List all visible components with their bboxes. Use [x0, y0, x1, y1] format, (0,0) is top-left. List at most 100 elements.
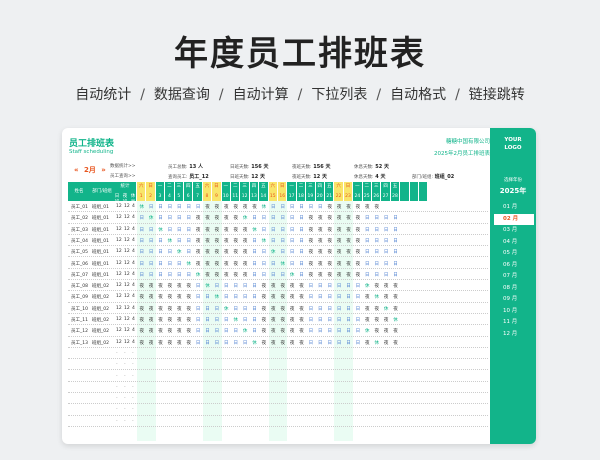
shift-cell[interactable]: 日 [250, 272, 259, 278]
shift-cell[interactable]: 夜 [146, 283, 155, 289]
shift-cell[interactable]: 夜 [250, 204, 259, 210]
shift-cell[interactable]: 夜 [278, 328, 287, 334]
shift-cell[interactable]: 夜 [222, 261, 231, 267]
shift-cell[interactable]: 日 [334, 328, 343, 334]
shift-cell[interactable]: 夜 [334, 238, 343, 244]
shift-cell[interactable]: 夜 [165, 317, 174, 323]
shift-cell[interactable]: 日 [278, 227, 287, 233]
shift-cell[interactable]: 夜 [175, 306, 184, 312]
shift-cell[interactable]: 夜 [193, 249, 202, 255]
prev-month-button[interactable]: « [74, 166, 79, 174]
shift-cell[interactable]: 夜 [193, 227, 202, 233]
shift-cell[interactable]: 夜 [278, 306, 287, 312]
shift-cell[interactable]: 夜 [231, 238, 240, 244]
shift-cell[interactable]: 夜 [259, 306, 268, 312]
shift-cell[interactable]: 夜 [231, 261, 240, 267]
shift-cell[interactable]: 日 [203, 306, 212, 312]
shift-cell[interactable]: 日 [146, 249, 155, 255]
shift-cell[interactable]: 夜 [165, 306, 174, 312]
shift-cell[interactable]: 日 [363, 261, 372, 267]
shift-cell[interactable]: 夜 [325, 272, 334, 278]
shift-cell[interactable]: 日 [156, 249, 165, 255]
shift-cell[interactable]: 日 [316, 283, 325, 289]
shift-cell[interactable]: 夜 [156, 306, 165, 312]
shift-cell[interactable]: 日 [193, 340, 202, 346]
shift-cell[interactable]: 日 [175, 238, 184, 244]
shift-cell[interactable]: 日 [353, 328, 362, 334]
shift-cell[interactable]: 日 [363, 272, 372, 278]
shift-cell[interactable]: 夜 [146, 294, 155, 300]
shift-cell[interactable]: 日 [306, 306, 315, 312]
shift-cell[interactable]: 日 [287, 249, 296, 255]
shift-cell[interactable]: 夜 [269, 328, 278, 334]
shift-cell[interactable]: 日 [156, 272, 165, 278]
shift-cell[interactable]: 夜 [344, 272, 353, 278]
shift-cell[interactable]: 日 [146, 272, 155, 278]
shift-cell[interactable]: 夜 [297, 294, 306, 300]
shift-cell[interactable]: 日 [184, 227, 193, 233]
shift-cell[interactable]: 夜 [334, 249, 343, 255]
shift-cell[interactable]: 夜 [184, 306, 193, 312]
shift-cell[interactable]: 夜 [344, 215, 353, 221]
shift-cell[interactable]: 夜 [146, 317, 155, 323]
shift-cell[interactable]: 日 [297, 227, 306, 233]
shift-cell[interactable]: 日 [240, 294, 249, 300]
shift-cell[interactable]: 日 [363, 215, 372, 221]
shift-cell[interactable]: 休 [372, 340, 381, 346]
shift-cell[interactable]: 日 [316, 340, 325, 346]
shift-cell[interactable]: 日 [297, 261, 306, 267]
shift-cell[interactable]: 日 [353, 294, 362, 300]
shift-cell[interactable]: 夜 [146, 306, 155, 312]
shift-cell[interactable]: 日 [137, 249, 146, 255]
shift-cell[interactable]: 夜 [184, 340, 193, 346]
shift-cell[interactable]: 日 [334, 340, 343, 346]
shift-cell[interactable]: 夜 [278, 283, 287, 289]
shift-cell[interactable]: 日 [325, 317, 334, 323]
shift-cell[interactable]: 日 [269, 272, 278, 278]
shift-cell[interactable]: 夜 [222, 238, 231, 244]
shift-cell[interactable]: 日 [269, 215, 278, 221]
shift-cell[interactable]: 夜 [363, 204, 372, 210]
shift-cell[interactable]: 夜 [325, 261, 334, 267]
shift-cell[interactable]: 夜 [269, 306, 278, 312]
shift-cell[interactable]: 休 [212, 294, 221, 300]
shift-cell[interactable]: 夜 [203, 272, 212, 278]
shift-cell[interactable]: 休 [381, 306, 390, 312]
shift-cell[interactable]: 夜 [212, 215, 221, 221]
shift-cell[interactable]: 夜 [278, 340, 287, 346]
shift-cell[interactable]: 夜 [240, 272, 249, 278]
shift-cell[interactable]: 日 [203, 340, 212, 346]
shift-cell[interactable]: 夜 [222, 249, 231, 255]
shift-cell[interactable]: 日 [287, 204, 296, 210]
shift-cell[interactable]: 夜 [278, 317, 287, 323]
shift-cell[interactable]: 日 [344, 306, 353, 312]
shift-cell[interactable]: 日 [137, 261, 146, 267]
shift-cell[interactable]: 夜 [306, 238, 315, 244]
shift-cell[interactable]: 休 [193, 272, 202, 278]
shift-cell[interactable]: 夜 [269, 340, 278, 346]
shift-cell[interactable]: 夜 [316, 238, 325, 244]
shift-cell[interactable]: 日 [306, 317, 315, 323]
shift-cell[interactable]: 日 [212, 328, 221, 334]
shift-cell[interactable]: 夜 [137, 328, 146, 334]
shift-cell[interactable]: 夜 [334, 204, 343, 210]
shift-cell[interactable]: 夜 [203, 227, 212, 233]
shift-cell[interactable]: 日 [137, 227, 146, 233]
shift-cell[interactable]: 日 [250, 317, 259, 323]
shift-cell[interactable]: 夜 [344, 204, 353, 210]
shift-cell[interactable]: 日 [146, 238, 155, 244]
shift-cell[interactable]: 日 [391, 227, 400, 233]
shift-cell[interactable]: 夜 [381, 340, 390, 346]
shift-cell[interactable]: 日 [250, 261, 259, 267]
shift-cell[interactable]: 日 [391, 261, 400, 267]
shift-cell[interactable]: 夜 [306, 261, 315, 267]
month-link[interactable]: 06 月 [494, 260, 534, 272]
shift-cell[interactable]: 日 [146, 261, 155, 267]
shift-cell[interactable]: 日 [240, 306, 249, 312]
shift-cell[interactable]: 夜 [306, 272, 315, 278]
shift-cell[interactable]: 夜 [175, 328, 184, 334]
shift-cell[interactable]: 日 [175, 204, 184, 210]
shift-cell[interactable]: 日 [381, 261, 390, 267]
shift-cell[interactable]: 夜 [325, 238, 334, 244]
shift-cell[interactable]: 夜 [344, 227, 353, 233]
